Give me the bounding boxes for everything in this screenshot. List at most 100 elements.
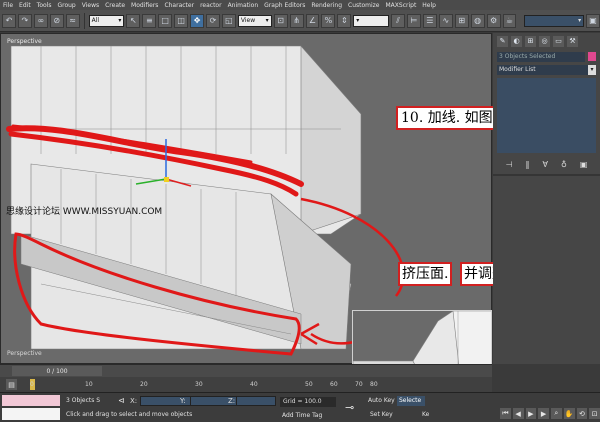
maximize-viewport-icon[interactable]: ⊡ xyxy=(589,408,600,419)
x-coord-field[interactable] xyxy=(140,396,196,406)
select-name-icon[interactable]: ≡ xyxy=(142,13,157,28)
move-icon[interactable]: ✥ xyxy=(190,13,205,28)
create-tab-icon[interactable]: ✎ xyxy=(497,35,508,47)
lock-selection-icon[interactable]: ⊲ xyxy=(118,396,125,405)
selection-filter-dropdown[interactable]: All ▾ xyxy=(88,14,125,27)
grid-size-display: Grid = 100.0 xyxy=(280,397,336,407)
mirror-icon[interactable]: ⫽ xyxy=(391,13,405,28)
snap-icon[interactable]: ⋔ xyxy=(289,13,304,28)
playback-controls: ⏮ ◀ ▶ ▶ ⌕ ✋ ⟲ ⊡ xyxy=(500,405,600,422)
menu-file[interactable]: File xyxy=(3,2,13,9)
panel-divider xyxy=(493,174,600,176)
render-setup-icon[interactable]: ⚙ xyxy=(486,13,501,28)
menu-rendering[interactable]: Rendering xyxy=(311,2,342,9)
modifier-stack[interactable] xyxy=(497,78,596,153)
chevron-down-icon: ▾ xyxy=(118,17,122,24)
hierarchy-tab-icon[interactable]: ⊞ xyxy=(525,35,536,47)
pivot-icon[interactable]: ⊡ xyxy=(273,13,288,28)
set-key-button[interactable]: Set Key xyxy=(370,411,393,418)
reference-coord-dropdown[interactable]: View ▾ xyxy=(237,14,272,27)
make-unique-icon[interactable]: ∀ xyxy=(543,160,548,169)
crossing-icon[interactable]: ◫ xyxy=(174,13,189,28)
display-tab-icon[interactable]: ▭ xyxy=(553,35,564,47)
menu-reactor[interactable]: reactor xyxy=(200,2,222,9)
command-panel-tabs: ✎ ◐ ⊞ ◎ ▭ ⚒ xyxy=(493,33,600,49)
tick-label: 30 xyxy=(195,381,203,388)
menu-animation[interactable]: Animation xyxy=(228,2,259,9)
link-icon[interactable]: ∞ xyxy=(33,13,48,28)
previous-frame-icon[interactable]: ◀ xyxy=(512,408,524,419)
pin-stack-icon[interactable]: ⊣ xyxy=(506,160,513,169)
menu-maxscript[interactable]: MAXScript xyxy=(386,2,417,9)
remove-modifier-icon[interactable]: ♁ xyxy=(561,160,567,169)
selection-name-row: 3 Objects Selected xyxy=(497,51,596,62)
next-frame-icon[interactable]: ▶ xyxy=(538,408,549,419)
track-bar[interactable]: ▤ 0 10 20 30 40 50 60 70 80 xyxy=(0,377,492,392)
angle-snap-icon[interactable]: ∠ xyxy=(305,13,320,28)
pan-icon[interactable]: ✋ xyxy=(563,408,575,419)
time-slider[interactable]: 0 / 100 xyxy=(12,366,102,376)
layers-icon[interactable]: ☰ xyxy=(422,13,437,28)
curve-icon[interactable]: ∿ xyxy=(438,13,453,28)
menu-character[interactable]: Character xyxy=(164,2,194,9)
show-end-result-icon[interactable]: ‖ xyxy=(525,160,529,169)
redo-icon[interactable]: ↷ xyxy=(17,13,32,28)
utilities-tab-icon[interactable]: ⚒ xyxy=(567,35,578,47)
track-bar-menu-icon[interactable]: ▤ xyxy=(6,379,17,390)
menu-create[interactable]: Create xyxy=(105,2,125,9)
zoom-icon[interactable]: ⌕ xyxy=(551,408,562,419)
modifier-list-dropdown[interactable]: Modifier List ▾ xyxy=(497,64,596,75)
motion-tab-icon[interactable]: ◎ xyxy=(539,35,550,47)
menu-graph-editors[interactable]: Graph Editors xyxy=(264,2,305,9)
z-coord-field[interactable] xyxy=(236,396,276,406)
bind-icon[interactable]: ≈ xyxy=(65,13,80,28)
menu-modifiers[interactable]: Modifiers xyxy=(131,2,158,9)
play-icon[interactable]: ▶ xyxy=(525,408,537,419)
key-filters-button[interactable]: Ke xyxy=(422,411,429,418)
maxscript-input-mini[interactable] xyxy=(2,408,60,420)
reference-coord-value: View xyxy=(240,17,256,24)
material-icon[interactable]: ◍ xyxy=(470,13,485,28)
tick-label: 40 xyxy=(250,381,258,388)
unlink-icon[interactable]: ⊘ xyxy=(49,13,64,28)
render-preset-dropdown[interactable]: ▾ xyxy=(524,14,585,27)
menu-help[interactable]: Help xyxy=(422,2,436,9)
rotate-icon[interactable]: ⟳ xyxy=(206,13,220,28)
key-icon[interactable]: ⊸ xyxy=(345,401,354,414)
add-time-tag-button[interactable]: Add Time Tag xyxy=(282,412,322,419)
select-icon[interactable]: ↖ xyxy=(126,13,141,28)
go-to-start-icon[interactable]: ⏮ xyxy=(500,408,511,419)
auto-key-mode-dropdown[interactable]: Selecte xyxy=(397,396,425,406)
orbit-icon[interactable]: ⟲ xyxy=(576,408,588,419)
tick-label: 20 xyxy=(140,381,148,388)
menu-views[interactable]: Views xyxy=(82,2,99,9)
align-icon[interactable]: ⊨ xyxy=(407,13,421,28)
viewport-label-bottom: Perspective xyxy=(7,350,42,357)
tick-label: 80 xyxy=(370,381,378,388)
schematic-icon[interactable]: ⊞ xyxy=(454,13,469,28)
configure-modifiers-icon[interactable]: ▣ xyxy=(580,160,588,169)
scale-icon[interactable]: ◱ xyxy=(221,13,236,28)
modify-tab-icon[interactable]: ◐ xyxy=(511,35,522,47)
quick-render-icon[interactable]: ▣ xyxy=(586,13,600,28)
spinner-snap-icon[interactable]: ⇕ xyxy=(337,13,352,28)
render-icon[interactable]: ☕ xyxy=(502,13,517,28)
command-panel: ✎ ◐ ⊞ ◎ ▭ ⚒ 3 Objects Selected Modifier … xyxy=(493,33,600,364)
menu-group[interactable]: Group xyxy=(57,2,75,9)
object-color-swatch[interactable] xyxy=(588,52,596,61)
named-selection-dropdown[interactable]: ▾ xyxy=(353,14,390,27)
menu-bar: File Edit Tools Group Views Create Modif… xyxy=(0,0,600,10)
chevron-down-icon: ▾ xyxy=(588,64,596,75)
percent-snap-icon[interactable]: % xyxy=(321,13,336,28)
modifier-list-row: Modifier List ▾ xyxy=(497,64,596,75)
auto-key-button[interactable]: Auto Key xyxy=(368,397,395,404)
menu-edit[interactable]: Edit xyxy=(19,2,31,9)
maxscript-listener-mini[interactable] xyxy=(2,395,60,406)
tick-label: 50 xyxy=(305,381,313,388)
menu-customize[interactable]: Customize xyxy=(348,2,380,9)
region-icon[interactable]: □ xyxy=(158,13,173,28)
tick-label: 70 xyxy=(355,381,363,388)
menu-tools[interactable]: Tools xyxy=(37,2,52,9)
undo-icon[interactable]: ↶ xyxy=(2,13,16,28)
selection-name-field[interactable]: 3 Objects Selected xyxy=(497,51,585,62)
